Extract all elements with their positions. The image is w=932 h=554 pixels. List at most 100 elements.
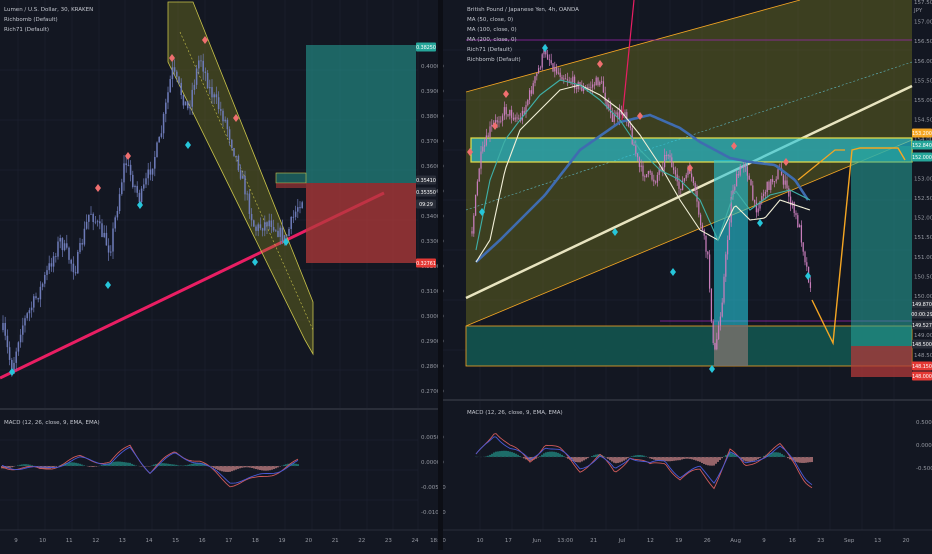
right-vertical-zone[interactable] xyxy=(714,160,748,325)
left-time-tick: 17 xyxy=(225,538,232,544)
left-candle xyxy=(55,256,57,257)
macd-histogram-bar xyxy=(507,451,508,457)
right-candle xyxy=(727,240,728,254)
left-candle xyxy=(185,101,187,105)
left-price-badge-text: 09:29 xyxy=(419,202,433,208)
left-candle xyxy=(290,217,292,229)
macd-histogram-bar xyxy=(617,457,618,463)
right-candle xyxy=(542,54,543,67)
right-projection-target[interactable] xyxy=(851,146,912,346)
right-candle xyxy=(788,188,789,196)
left-candle xyxy=(178,77,180,83)
right-candle xyxy=(765,192,766,194)
macd-histogram-bar xyxy=(795,457,796,462)
macd-histogram-bar xyxy=(129,463,130,466)
right-projection-stop[interactable] xyxy=(851,346,912,377)
right-candle xyxy=(747,167,748,176)
left-candle xyxy=(209,87,211,88)
left-candle xyxy=(79,243,81,252)
macd-histogram-bar xyxy=(811,457,812,462)
right-price-tick: 151.500 xyxy=(914,235,932,241)
chart-canvas: Lumen / U.S. Dollar, 30, KRAKEN Richbomb… xyxy=(0,0,932,550)
macd-histogram-bar xyxy=(115,462,116,466)
left-candle xyxy=(194,85,196,90)
right-candle xyxy=(644,176,645,177)
right-price-badge: 153.200 xyxy=(912,129,932,138)
left-candle xyxy=(90,214,92,215)
right-candle xyxy=(596,78,597,86)
macd-histogram-bar xyxy=(515,454,516,457)
right-price-badge: 152.840 xyxy=(912,141,932,150)
macd-histogram-bar xyxy=(269,466,270,470)
left-candle xyxy=(220,109,222,111)
right-demand-zone[interactable] xyxy=(466,326,912,366)
right-time-tick: 16 xyxy=(789,538,796,544)
right-time-tick: 12 xyxy=(647,538,654,544)
left-candle xyxy=(273,227,275,231)
left-legend-indicator-2: Rich71 (Default) xyxy=(4,27,49,33)
right-candle xyxy=(641,166,642,167)
right-candle xyxy=(675,170,676,174)
macd-histogram-bar xyxy=(621,457,622,462)
right-candle xyxy=(475,195,476,216)
macd-histogram-bar xyxy=(747,457,748,462)
macd-histogram-bar xyxy=(233,466,234,470)
left-target-zone[interactable] xyxy=(306,45,416,183)
macd-histogram-bar xyxy=(261,466,262,470)
right-candle xyxy=(563,78,564,79)
left-price-badge-text: 0.35350 xyxy=(416,190,436,196)
right-candle xyxy=(783,176,784,185)
right-supply-zone[interactable] xyxy=(471,138,912,162)
left-candle xyxy=(158,137,160,143)
left-candle xyxy=(163,114,165,133)
right-candle xyxy=(795,213,796,215)
macd-histogram-bar xyxy=(293,463,294,466)
left-candle xyxy=(191,90,193,107)
macd-histogram-bar xyxy=(295,464,296,466)
left-candle xyxy=(282,228,284,242)
left-candle xyxy=(224,120,226,121)
right-candle xyxy=(590,87,591,88)
macd-histogram-bar xyxy=(493,452,494,457)
macd-histogram-bar xyxy=(749,457,750,462)
left-candle xyxy=(196,68,198,84)
right-candle xyxy=(554,67,555,71)
right-price-tick: 157.500 xyxy=(914,0,932,6)
left-candle xyxy=(238,156,240,170)
left-time-tick: 23 xyxy=(385,538,392,544)
left-candle xyxy=(174,67,176,71)
right-candle xyxy=(511,110,512,118)
left-stop-zone[interactable] xyxy=(306,183,416,263)
right-candle xyxy=(603,81,604,92)
left-candle xyxy=(51,263,53,266)
right-candle xyxy=(488,135,489,137)
left-candle xyxy=(216,94,218,97)
left-candle xyxy=(15,352,17,363)
right-candle xyxy=(529,90,530,100)
left-candle xyxy=(75,272,77,273)
left-price-badge: 0.38250 xyxy=(416,43,436,52)
macd-histogram-bar xyxy=(229,466,230,472)
left-time-tick: 16 xyxy=(199,538,206,544)
right-candle xyxy=(720,317,721,326)
macd-histogram-bar xyxy=(551,452,552,457)
right-candle xyxy=(506,107,507,114)
macd-histogram-bar xyxy=(667,457,668,461)
left-candle xyxy=(119,194,121,211)
left-candle xyxy=(101,223,103,237)
left-candle xyxy=(33,296,35,307)
macd-histogram-bar xyxy=(131,464,132,466)
left-candle xyxy=(229,129,231,140)
right-price-badge-text: 153.200 xyxy=(912,131,932,137)
macd-histogram-bar xyxy=(577,457,578,462)
panel-separator[interactable] xyxy=(438,0,443,550)
right-candle xyxy=(797,215,798,227)
right-candle xyxy=(633,144,634,146)
right-candle xyxy=(741,167,742,168)
macd-histogram-bar xyxy=(679,457,680,460)
right-candle xyxy=(786,180,787,188)
macd-histogram-bar xyxy=(497,451,498,457)
left-candle xyxy=(4,323,6,336)
left-price-badge: 0.32761 xyxy=(416,259,436,268)
left-candle xyxy=(48,263,50,270)
